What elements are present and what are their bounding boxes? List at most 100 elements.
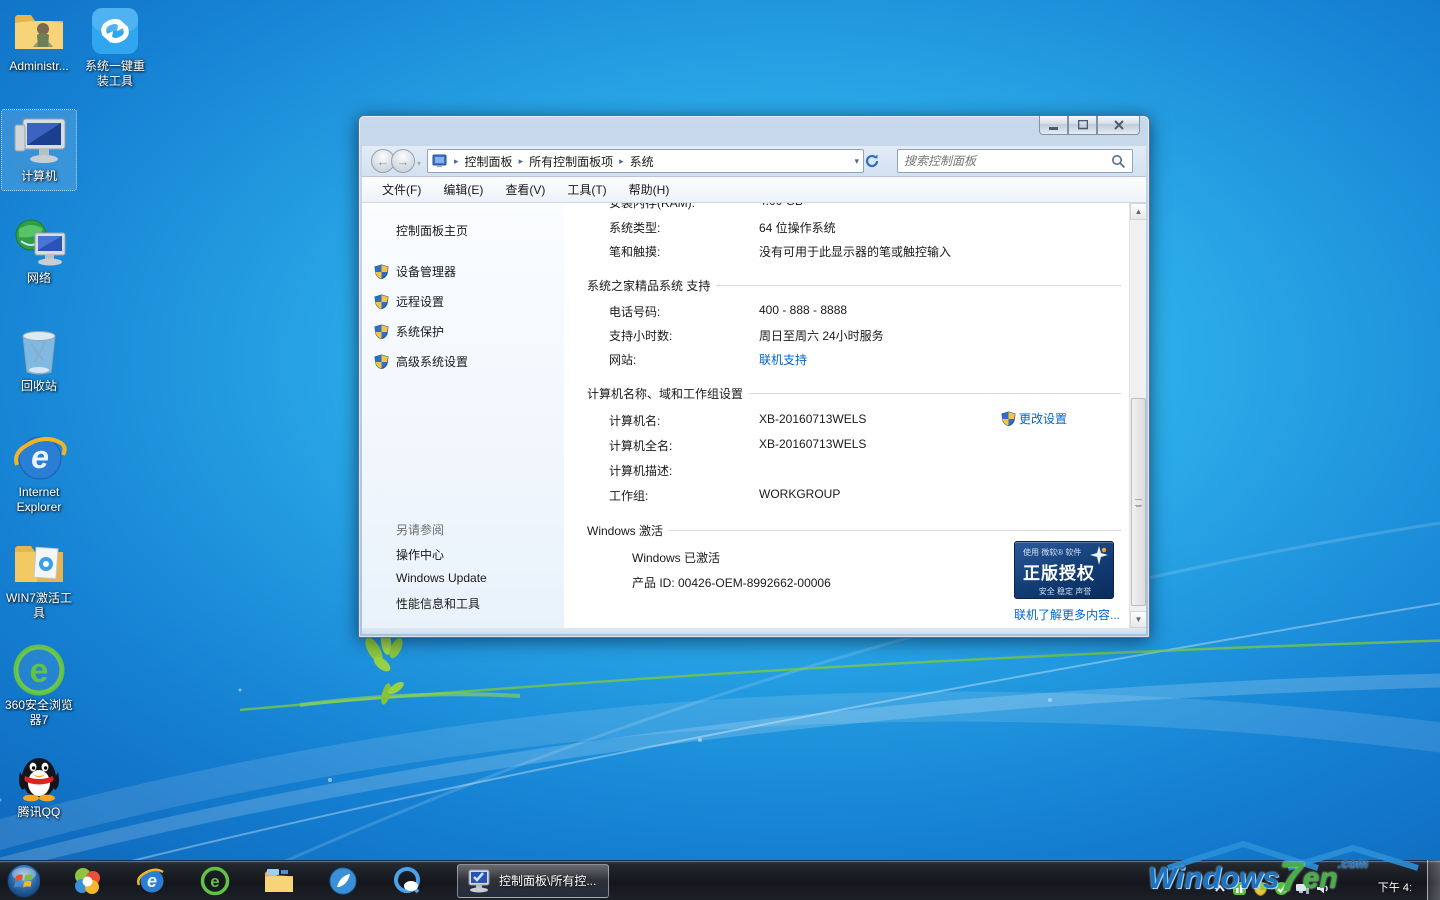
show-desktop-button[interactable] [1427, 860, 1440, 900]
sidebar-remote-settings[interactable]: 远程设置 [374, 293, 564, 310]
window-controls [1039, 116, 1140, 135]
maximize-button[interactable] [1068, 116, 1097, 135]
icon-label: WIN7激活工具 [2, 591, 76, 621]
learn-more-online-link[interactable]: 联机了解更多内容... [1014, 606, 1120, 623]
address-bar[interactable]: ▸ 控制面板 ▸ 所有控制面板项 ▸ 系统 ▾ [427, 149, 864, 173]
refresh-button[interactable] [864, 153, 888, 169]
computer-fullname-row: 计算机全名:XB-20160713WELS [609, 437, 866, 454]
icon-label: 腾讯QQ [2, 805, 76, 820]
sidebar-system-protection[interactable]: 系统保护 [374, 323, 564, 340]
breadcrumb-system[interactable]: 系统 [630, 153, 654, 170]
product-id-row: 产品 ID: 00426-OEM-8992662-00006 [632, 574, 831, 591]
scrollbar-thumb[interactable] [1131, 398, 1146, 606]
breadcrumb-all-items[interactable]: 所有控制面板项 [529, 153, 613, 170]
computer-description-row: 计算机描述: [609, 462, 759, 479]
uac-shield-icon [374, 264, 389, 279]
taskbar: e e 控制面板\所有控... 下午 4: [0, 860, 1440, 900]
desktop-icon-internet-explorer[interactable]: e InternetExplorer [2, 432, 76, 515]
minimize-button[interactable] [1039, 116, 1068, 135]
search-input[interactable] [898, 154, 1111, 168]
tray-green-app-icon[interactable] [1232, 881, 1247, 896]
menu-view[interactable]: 查看(V) [505, 181, 545, 198]
system-control-panel-window: ← → ▾ ▸ 控制面板 ▸ 所有控制面板项 ▸ 系统 ▾ [358, 115, 1150, 638]
change-settings-link[interactable]: 更改设置 [1001, 410, 1067, 427]
close-button[interactable] [1097, 116, 1140, 135]
desktop-icon-recycle-bin[interactable]: 回收站 [2, 326, 76, 394]
menu-tools[interactable]: 工具(T) [567, 181, 606, 198]
vertical-scrollbar[interactable]: ▲ ▼ [1129, 203, 1146, 628]
scroll-up-button[interactable]: ▲ [1130, 203, 1146, 220]
ram-row: 安装内存(RAM):4.00 GB [609, 203, 803, 211]
search-icon [1111, 154, 1126, 169]
svg-text:e: e [210, 872, 219, 891]
scroll-down-button[interactable]: ▼ [1130, 611, 1146, 628]
tray-360-check-icon[interactable] [1274, 881, 1289, 896]
genuine-star-icon [1088, 545, 1110, 567]
taskbar-360-safety-icon[interactable] [70, 864, 104, 898]
system-info-panel: 安装内存(RAM):4.00 GB 系统类型:64 位操作系统 笔和触摸:没有可… [564, 203, 1129, 628]
desktop-icon-reinstall-tool[interactable]: 系统一键重装工具 [78, 6, 152, 89]
control-panel-icon [432, 154, 448, 168]
crumb-separator: ▸ [513, 156, 530, 167]
sidebar-see-also-header: 另请参阅 [396, 521, 444, 538]
recycle-bin-icon [2, 326, 76, 376]
taskbar-qq-browser-icon[interactable] [390, 864, 424, 898]
icon-label: 网络 [2, 271, 76, 286]
genuine-software-badge: 使用 微软® 软件 正版授权 安全 稳定 声誉 [1014, 541, 1114, 599]
icon-label: 360安全浏览器7 [2, 698, 76, 728]
activation-status-row: Windows 已激活 [632, 549, 720, 566]
task-window-icon [466, 869, 492, 893]
desktop-icon-qq[interactable]: 腾讯QQ [2, 752, 76, 820]
nav-pane: 控制面板主页 设备管理器 远程设置 系统保护 高级系统设置 另请参阅 [362, 203, 564, 628]
computer-name-section-header: 计算机名称、域和工作组设置 [587, 385, 1121, 402]
desktop-icon-computer[interactable]: 计算机 [2, 110, 76, 190]
360-browser-icon: e [2, 645, 76, 695]
menu-file[interactable]: 文件(F) [382, 181, 421, 198]
uac-shield-icon [374, 294, 389, 309]
crumb-separator: ▸ [448, 156, 465, 167]
address-dropdown-arrow[interactable]: ▾ [854, 156, 859, 167]
sidebar-control-panel-home[interactable]: 控制面板主页 [396, 222, 564, 239]
menu-edit[interactable]: 编辑(E) [443, 181, 483, 198]
search-box[interactable] [897, 149, 1133, 173]
computer-icon [2, 116, 76, 166]
taskbar-360-browser-icon[interactable]: e [198, 864, 232, 898]
icon-label: 计算机 [2, 169, 76, 184]
sidebar-performance-tools[interactable]: 性能信息和工具 [396, 595, 480, 612]
desktop-icon-administrator[interactable]: Administr... [2, 6, 76, 74]
sidebar-action-center[interactable]: 操作中心 [396, 546, 444, 563]
taskbar-explorer-icon[interactable] [262, 864, 296, 898]
recent-pages-dropdown[interactable]: ▾ [417, 159, 421, 173]
workgroup-row: 工作组:WORKGROUP [609, 487, 840, 504]
address-toolbar: ← → ▾ ▸ 控制面板 ▸ 所有控制面板项 ▸ 系统 ▾ [362, 146, 1146, 177]
menu-bar: 文件(F) 编辑(E) 查看(V) 工具(T) 帮助(H) [362, 177, 1146, 203]
breadcrumb-control-panel[interactable]: 控制面板 [465, 153, 513, 170]
system-tray [1214, 881, 1330, 896]
desktop-icon-360-browser[interactable]: e 360安全浏览器7 [2, 645, 76, 728]
desktop-icon-network[interactable]: 网络 [2, 218, 76, 286]
taskbar-browser-compass-icon[interactable] [326, 864, 360, 898]
svg-text:e: e [31, 439, 49, 475]
reinstall-tool-icon [78, 6, 152, 56]
crumb-separator: ▸ [613, 156, 630, 167]
sidebar-device-manager[interactable]: 设备管理器 [374, 263, 564, 280]
online-support-link[interactable]: 联机支持 [759, 351, 807, 368]
menu-help[interactable]: 帮助(H) [629, 181, 670, 198]
show-hidden-icons-button[interactable] [1214, 883, 1226, 895]
tray-volume-icon[interactable] [1316, 882, 1330, 895]
tray-security-shield-icon[interactable] [1253, 881, 1268, 896]
taskbar-ie-icon[interactable]: e [134, 864, 168, 898]
forward-button[interactable]: → [391, 149, 415, 173]
tray-network-icon[interactable] [1295, 882, 1310, 895]
user-folder-icon [2, 6, 76, 56]
network-icon [2, 218, 76, 268]
sidebar-windows-update[interactable]: Windows Update [396, 571, 487, 585]
svg-text:e: e [30, 652, 49, 690]
uac-shield-icon [374, 354, 389, 369]
start-button[interactable] [6, 864, 40, 898]
active-task-control-panel[interactable]: 控制面板\所有控... [457, 864, 609, 898]
taskbar-clock[interactable]: 下午 4: [1378, 881, 1412, 895]
sidebar-advanced-settings[interactable]: 高级系统设置 [374, 353, 564, 370]
support-hours-row: 支持小时数:周日至周六 24小时服务 [609, 327, 884, 344]
desktop-icon-win7-activator[interactable]: WIN7激活工具 [2, 538, 76, 621]
